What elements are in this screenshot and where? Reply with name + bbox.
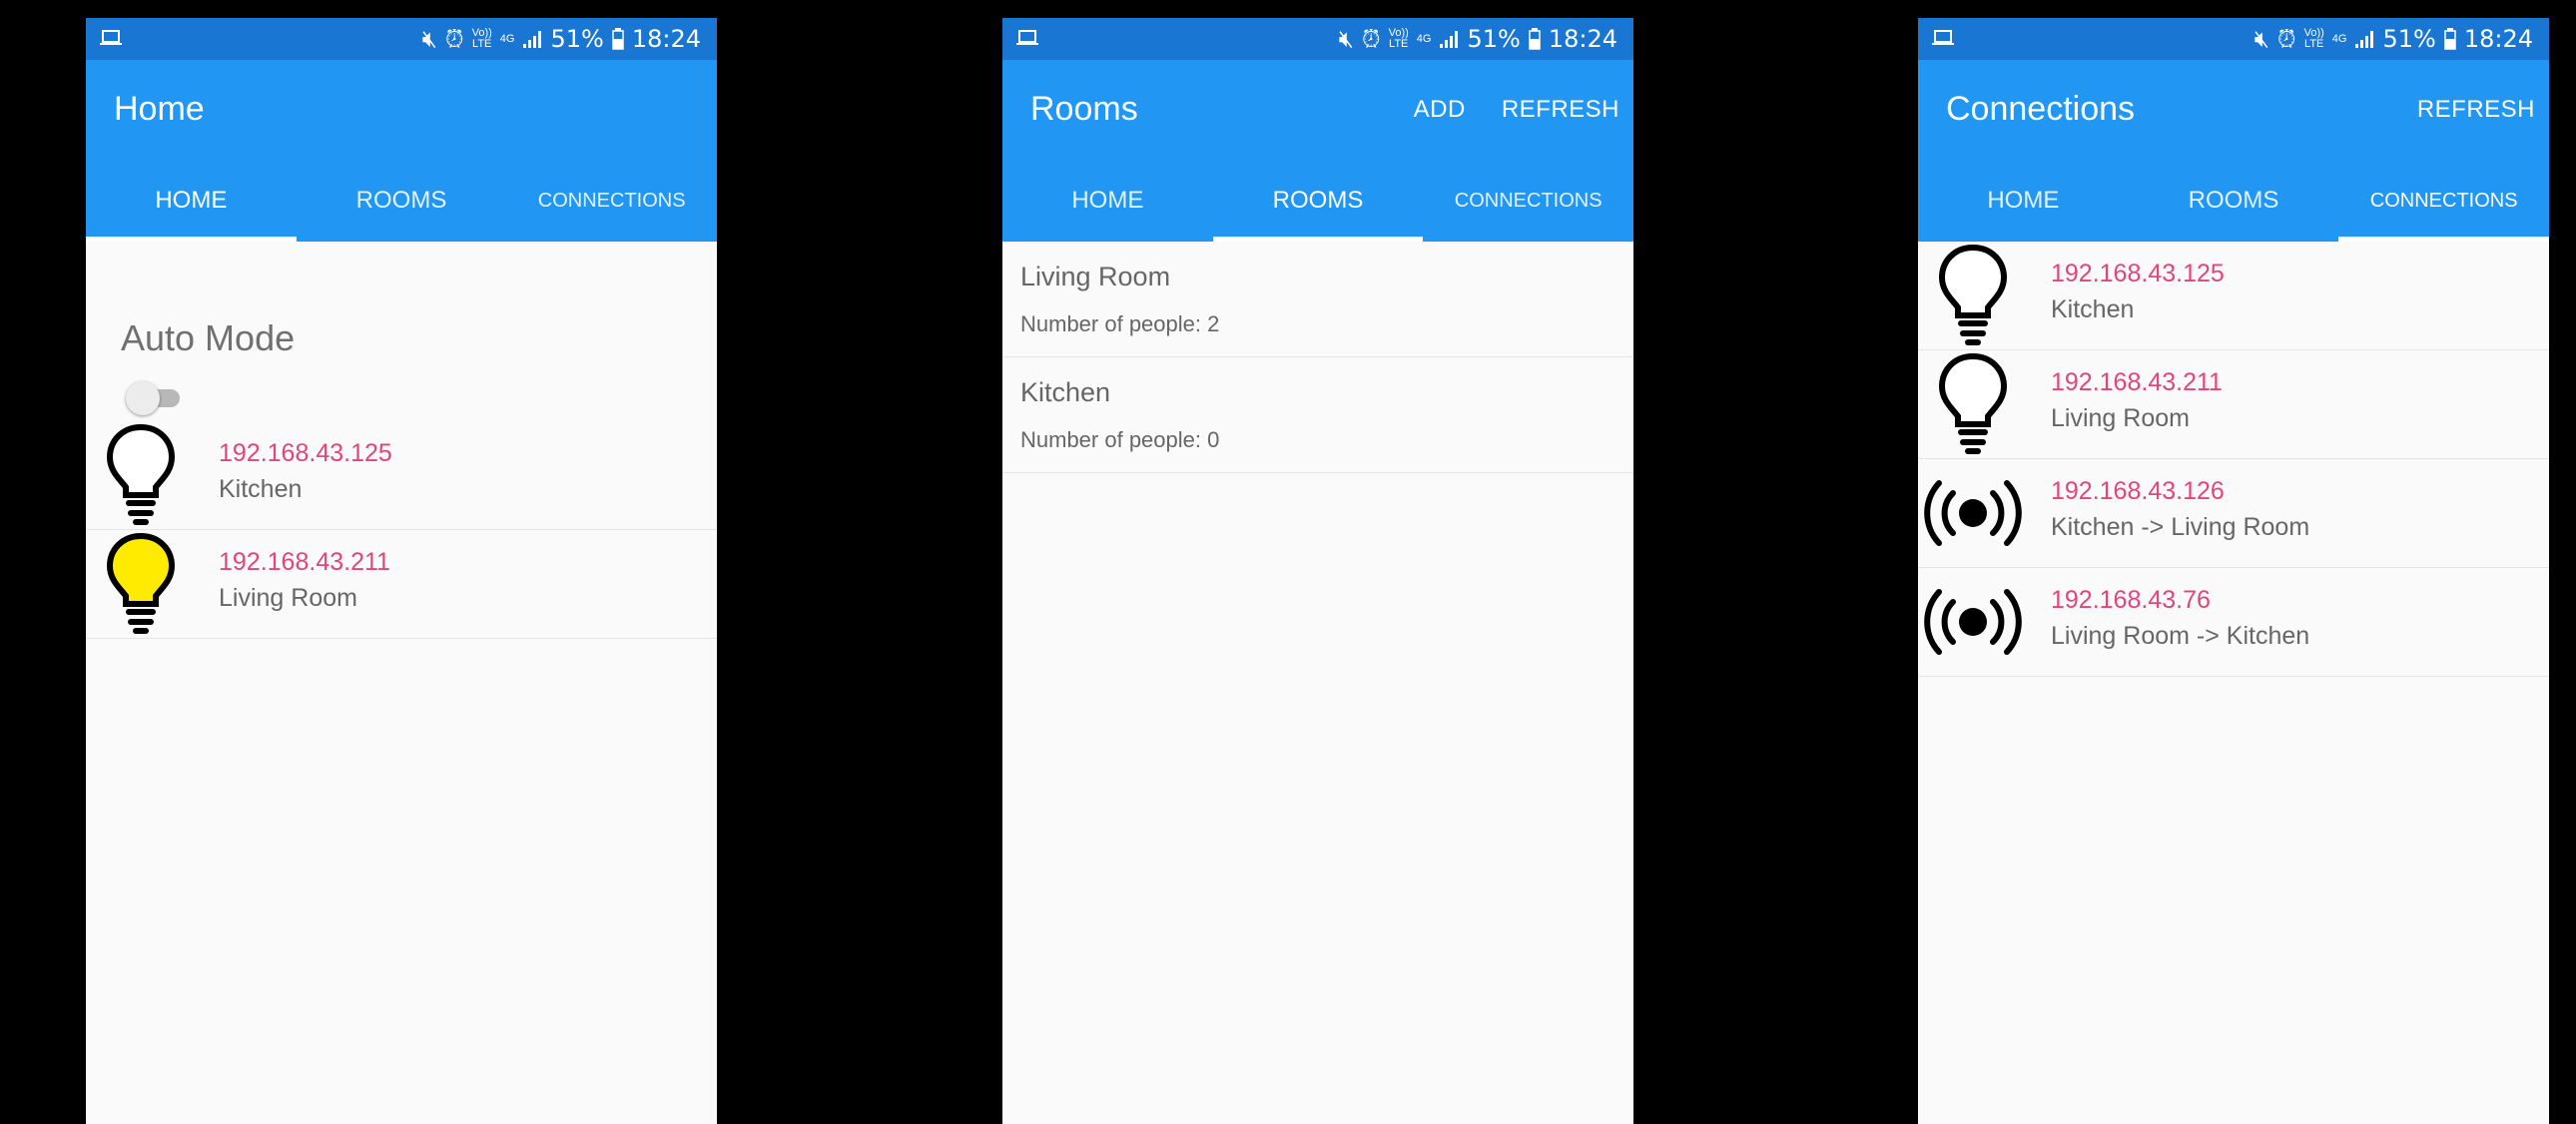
room-people-count: Number of people: 2 <box>1020 311 1220 336</box>
laptop-icon <box>100 30 122 45</box>
battery-icon <box>612 28 624 50</box>
auto-mode-section: Auto Mode <box>86 242 717 421</box>
battery-percent: 51% <box>1467 25 1521 53</box>
tab-connections[interactable]: CONNECTIONS <box>2338 160 2549 242</box>
status-bar: 🔇︎ ⏰︎ Vo)) LTE 4G 51% 18:24 <box>86 18 717 60</box>
battery-icon <box>2444 28 2456 50</box>
room-name: Kitchen <box>1020 377 1111 407</box>
bulb-off-icon <box>1938 352 2008 454</box>
clock: 18:24 <box>2463 25 2533 53</box>
mute-icon: 🔇︎ <box>2254 25 2269 53</box>
battery-icon <box>1529 28 1541 50</box>
alarm-icon: ⏰︎ <box>2276 25 2296 53</box>
refresh-button[interactable]: REFRESH <box>2417 96 2535 124</box>
bulb-off-icon <box>106 423 176 525</box>
tab-rooms[interactable]: ROOMS <box>1212 160 1424 242</box>
status-bar: 🔇︎ ⏰︎ Vo)) LTE 4G 51% 18:24 <box>1002 18 1633 60</box>
connection-ip: 192.168.43.211 <box>2051 368 2223 396</box>
add-button[interactable]: ADD <box>1414 96 1466 124</box>
device-list: 192.168.43.125 Kitchen 192.168.43.211 Li… <box>86 421 717 639</box>
rooms-screen: 🔇︎ ⏰︎ Vo)) LTE 4G 51% 18:24 Rooms ADD REF… <box>1002 18 1633 1124</box>
tab-rooms[interactable]: ROOMS <box>2129 160 2339 242</box>
sensor-icon <box>1924 480 2022 546</box>
network-type-icon: 4G <box>1416 32 1432 45</box>
connection-label: Kitchen <box>2051 295 2135 323</box>
network-type-icon: 4G <box>2331 32 2347 45</box>
room-name: Living Room <box>1020 262 1171 291</box>
connection-label: Living Room <box>2051 404 2190 432</box>
laptop-icon <box>1016 30 1038 45</box>
app-bar: Rooms ADD REFRESH <box>1002 60 1633 160</box>
tab-home[interactable]: HOME <box>86 160 297 242</box>
switch-thumb <box>126 381 160 415</box>
page-title: Connections <box>1946 90 2136 128</box>
connection-ip: 192.168.43.126 <box>2051 477 2225 505</box>
signal-icon <box>1440 31 1459 48</box>
battery-percent: 51% <box>550 25 604 53</box>
tab-bar: HOME ROOMS CONNECTIONS <box>1002 160 1633 242</box>
app-bar: Home <box>86 60 717 160</box>
device-room: Living Room <box>219 584 357 612</box>
home-screen: 🔇︎ ⏰︎ Vo)) LTE 4G 51% 18:24 Home HOME ROO… <box>86 18 717 1124</box>
volte-icon: Vo)) LTE <box>2303 27 2324 50</box>
auto-mode-switch[interactable] <box>126 378 188 416</box>
device-ip: 192.168.43.211 <box>219 548 390 576</box>
refresh-button[interactable]: REFRESH <box>1502 96 1619 124</box>
tab-connections[interactable]: CONNECTIONS <box>506 160 717 242</box>
connection-list: 192.168.43.125 Kitchen 192.168.43.211 Li… <box>1918 242 2549 677</box>
page-title: Rooms <box>1030 90 1138 128</box>
clock: 18:24 <box>1548 25 1617 53</box>
tab-home[interactable]: HOME <box>1918 160 2129 242</box>
laptop-icon <box>1932 30 1954 45</box>
mute-icon: 🔇︎ <box>421 25 437 53</box>
list-item[interactable]: 192.168.43.211 Living Room <box>86 530 717 639</box>
device-ip: 192.168.43.125 <box>219 439 392 467</box>
tab-connections[interactable]: CONNECTIONS <box>1423 160 1633 242</box>
tab-bar: HOME ROOMS CONNECTIONS <box>1918 160 2549 242</box>
list-item[interactable]: 192.168.43.211 Living Room <box>1918 350 2549 459</box>
tab-home[interactable]: HOME <box>1002 160 1213 242</box>
network-type-icon: 4G <box>499 32 515 45</box>
bulb-on-icon <box>106 532 176 634</box>
mute-icon: 🔇︎ <box>1338 25 1354 53</box>
bulb-off-icon <box>1938 244 2008 345</box>
status-bar: 🔇︎ ⏰︎ Vo)) LTE 4G 51% 18:24 <box>1918 18 2549 60</box>
volte-icon: Vo)) LTE <box>1388 27 1409 50</box>
room-people-count: Number of people: 0 <box>1020 427 1220 452</box>
list-item[interactable]: Kitchen Number of people: 0 <box>1002 357 1633 473</box>
tab-bar: HOME ROOMS CONNECTIONS <box>86 160 717 242</box>
connection-label: Kitchen -> Living Room <box>2051 513 2310 541</box>
connection-label: Living Room -> Kitchen <box>2051 622 2310 650</box>
connection-ip: 192.168.43.125 <box>2051 260 2225 287</box>
app-bar: Connections REFRESH <box>1918 60 2549 160</box>
device-room: Kitchen <box>219 475 303 503</box>
room-list: Living Room Number of people: 2 Kitchen … <box>1002 242 1633 473</box>
signal-icon <box>523 31 542 48</box>
connection-ip: 192.168.43.76 <box>2051 586 2211 614</box>
page-title: Home <box>114 90 205 128</box>
list-item[interactable]: 192.168.43.126 Kitchen -> Living Room <box>1918 459 2549 568</box>
sensor-icon <box>1924 589 2022 655</box>
alarm-icon: ⏰︎ <box>1361 25 1381 53</box>
list-item[interactable]: 192.168.43.125 Kitchen <box>1918 242 2549 350</box>
signal-icon <box>2355 31 2374 48</box>
list-item[interactable]: 192.168.43.125 Kitchen <box>86 421 717 530</box>
tab-rooms[interactable]: ROOMS <box>297 160 507 242</box>
battery-percent: 51% <box>2382 25 2436 53</box>
auto-mode-label: Auto Mode <box>121 317 296 358</box>
volte-icon: Vo)) LTE <box>471 27 492 50</box>
list-item[interactable]: 192.168.43.76 Living Room -> Kitchen <box>1918 568 2549 677</box>
alarm-icon: ⏰︎ <box>444 25 464 53</box>
clock: 18:24 <box>631 25 701 53</box>
list-item[interactable]: Living Room Number of people: 2 <box>1002 242 1633 357</box>
connections-screen: 🔇︎ ⏰︎ Vo)) LTE 4G 51% 18:24 Connections R… <box>1918 18 2549 1124</box>
